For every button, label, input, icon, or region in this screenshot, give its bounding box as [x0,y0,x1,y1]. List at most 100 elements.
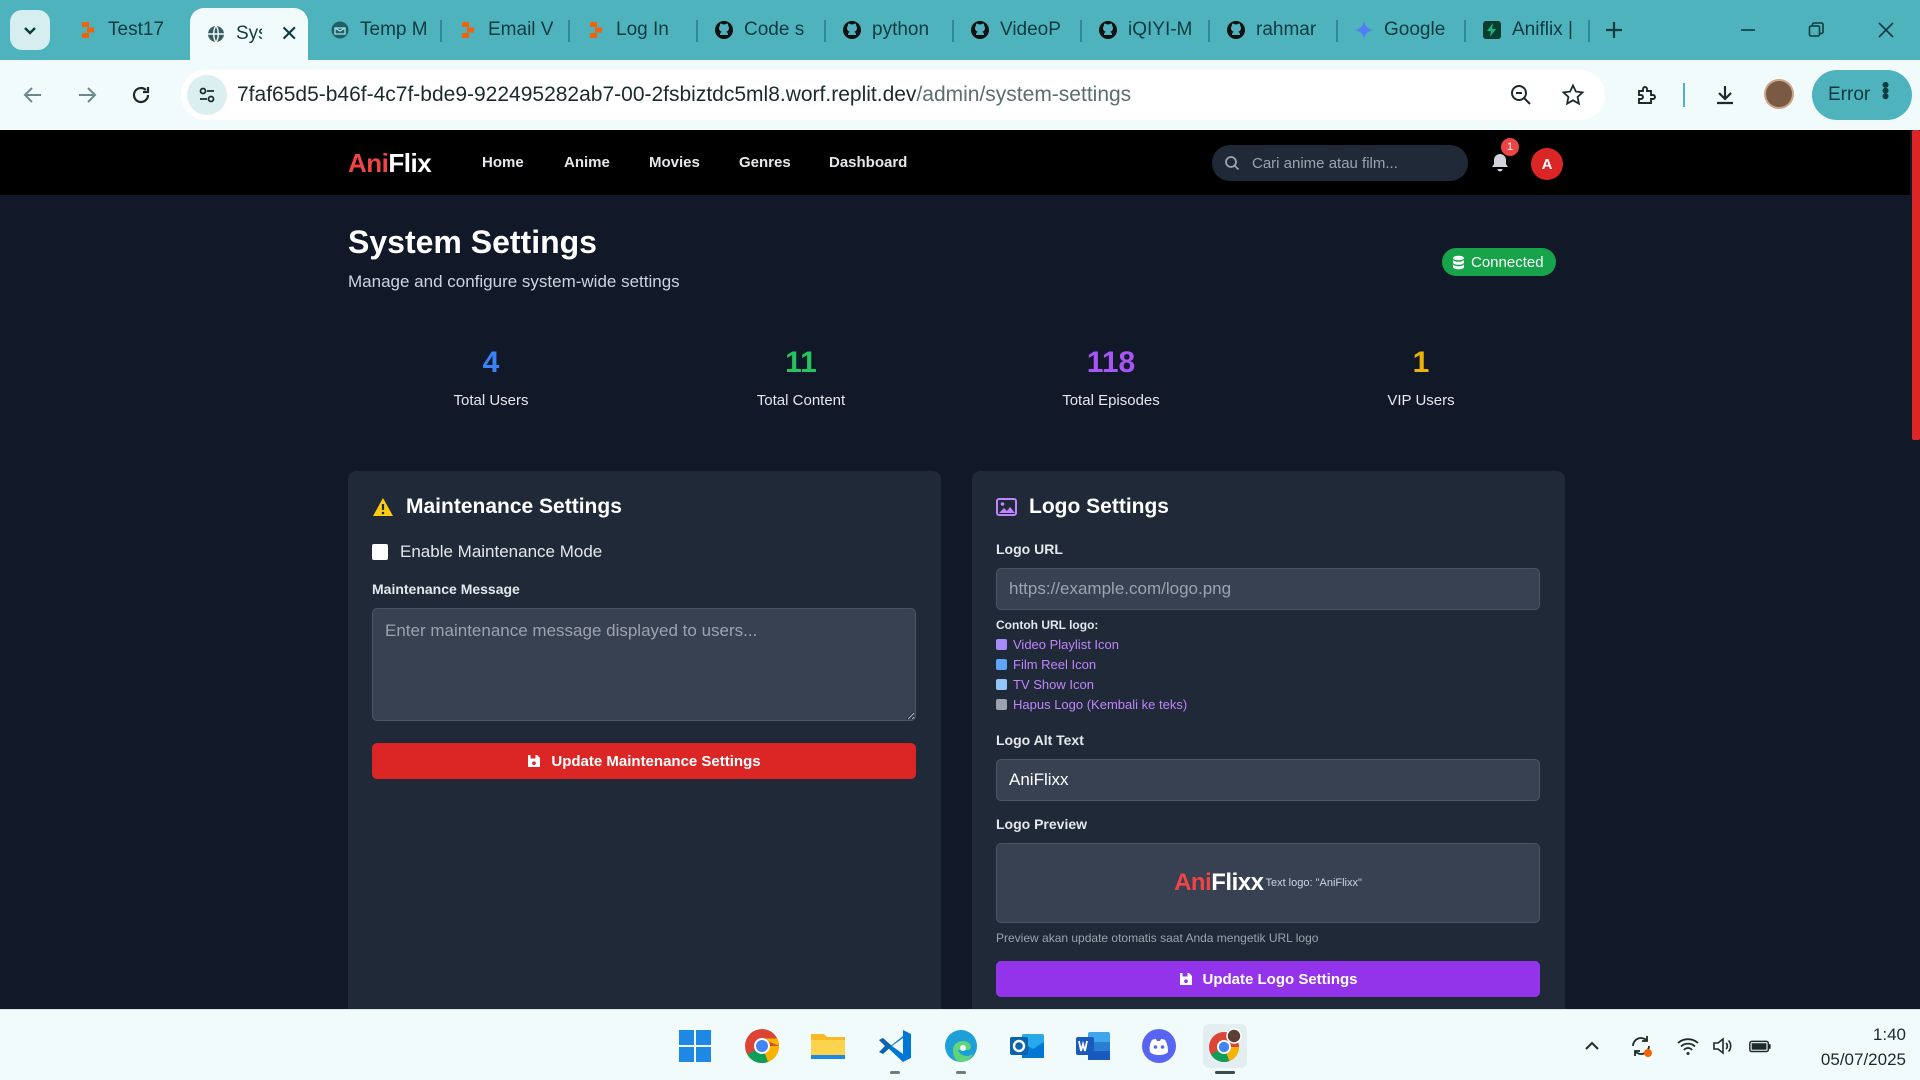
close-icon[interactable]: ✕ [280,21,298,47]
tray-wifi[interactable] [1676,1034,1700,1058]
restore-button[interactable] [1796,12,1836,48]
tab-label: Log In [616,19,669,40]
page-scrollbar[interactable] [1910,130,1920,1009]
minimize-button[interactable] [1728,12,1768,48]
logo-alt-input[interactable] [996,759,1540,801]
example-film-reel[interactable]: Film Reel Icon [996,657,1096,672]
zoom-icon[interactable] [1509,83,1533,107]
maintenance-mode-checkbox[interactable] [372,544,388,560]
url-domain: 7faf65d5-b46f-4c7f-bde9-922495282ab7-00-… [237,83,917,106]
tray-overflow-button[interactable] [1580,1034,1604,1058]
taskbar-outlook[interactable] [1005,1024,1049,1068]
checkbox-label: Enable Maintenance Mode [400,542,603,561]
logo-alt-label: Logo Alt Text [996,732,1084,748]
taskbar-chrome[interactable] [740,1024,784,1068]
database-icon [1453,255,1464,269]
reload-icon [132,86,150,104]
scroll-thumb[interactable] [1912,130,1920,440]
taskbar-discord[interactable] [1137,1024,1181,1068]
save-icon [1179,973,1192,985]
nav-movies[interactable]: Movies [649,154,700,171]
example-video-playlist[interactable]: Video Playlist Icon [996,637,1119,652]
taskbar-vscode[interactable] [873,1024,917,1074]
browser-tab-12[interactable]: Aniflix | [1466,8,1590,52]
address-bar[interactable]: 7faf65d5-b46f-4c7f-bde9-922495282ab7-00-… [181,70,1605,120]
search-input[interactable] [1252,154,1452,172]
sync-icon [1632,1036,1652,1057]
forward-button[interactable] [70,78,104,112]
new-tab-button[interactable] [1598,14,1630,46]
gemini-icon [1355,21,1373,39]
user-avatar[interactable]: A [1531,148,1563,180]
system-clock[interactable]: 1:40 05/07/2025 [1796,1022,1906,1072]
chrome-icon [745,1029,780,1064]
taskbar-chrome-profile[interactable] [1203,1024,1247,1074]
logo-url-label: Logo URL [996,541,1063,557]
browser-tab-9[interactable]: iQIYI-M [1082,8,1210,52]
nav-genres[interactable]: Genres [739,154,791,171]
browser-tab-6[interactable]: Code s [698,8,826,52]
tray-sync-button[interactable] [1629,1034,1653,1058]
page-viewport: AniFlix Home Anime Movies Genres Dashboa… [0,130,1920,1009]
maintenance-card: Maintenance Settings Enable Maintenance … [348,471,941,1009]
browser-tab-8[interactable]: VideoP [954,8,1082,52]
tray-battery[interactable] [1748,1034,1772,1058]
close-window-button[interactable] [1866,12,1906,48]
nav-anime[interactable]: Anime [564,154,610,171]
taskbar-edge[interactable] [939,1024,983,1074]
bookmark-star-icon[interactable] [1561,83,1585,107]
tab-label: Email V [488,19,554,40]
taskbar-word[interactable] [1071,1024,1115,1068]
logo-url-input[interactable] [996,568,1540,610]
profile-avatar[interactable] [1764,79,1794,109]
browser-tab-10[interactable]: rahmar [1210,8,1338,52]
image-icon [996,498,1017,516]
browser-tab-active[interactable]: Sys ✕ [190,8,308,60]
globe-icon [208,25,224,43]
browser-tab-3[interactable]: Temp M [314,8,442,52]
example-label: Video Playlist Icon [1013,637,1119,652]
windows-start-button[interactable] [673,1024,717,1068]
browser-tab-7[interactable]: python [826,8,954,52]
stat-label: Total Content [756,392,846,409]
downloads-button[interactable] [1708,78,1742,112]
update-logo-button[interactable]: Update Logo Settings [996,961,1540,997]
taskbar-file-explorer[interactable] [806,1024,850,1068]
file-explorer-icon [811,1034,845,1059]
warning-icon [373,498,393,516]
update-maintenance-button[interactable]: Update Maintenance Settings [372,743,916,779]
tab-label: rahmar [1256,19,1317,40]
maintenance-mode-toggle[interactable]: Enable Maintenance Mode [372,542,602,562]
maintenance-message-input[interactable] [372,608,916,721]
site-search[interactable] [1212,145,1468,181]
notification-badge: 1 [1501,138,1519,156]
browser-tab-11[interactable]: Google [1338,8,1466,52]
extensions-button[interactable] [1630,78,1664,112]
browser-tab-5[interactable]: Log In [570,8,698,52]
nav-dashboard[interactable]: Dashboard [829,154,907,171]
reload-button[interactable] [124,78,158,112]
error-menu-button[interactable]: Error ••• [1812,70,1912,120]
site-info-icon[interactable] [187,75,227,115]
example-tv-show[interactable]: TV Show Icon [996,677,1094,692]
stat-label: VIP Users [1387,392,1455,409]
windows-start-icon [679,1030,711,1062]
page-title: System Settings [348,224,597,260]
browser-tab-1[interactable]: Test17 [62,8,188,52]
maintenance-title: Maintenance Settings [372,495,622,519]
save-icon [528,755,541,767]
tab-search-button[interactable] [10,10,50,50]
back-button[interactable] [16,78,50,112]
outlook-icon [1010,1034,1044,1058]
volume-icon [1713,1037,1732,1055]
example-remove-logo[interactable]: Hapus Logo (Kembali ke teks) [996,697,1187,712]
browser-tab-4[interactable]: Email V [442,8,570,52]
address-url[interactable]: 7faf65d5-b46f-4c7f-bde9-922495282ab7-00-… [237,83,1131,107]
brand-logo[interactable]: AniFlix [348,148,432,179]
nav-home[interactable]: Home [482,154,524,171]
logo-preview: AniFlixx Text logo: "AniFlixx" [996,843,1540,923]
aniflix-icon [1483,21,1501,39]
tray-volume[interactable] [1711,1034,1735,1058]
windows-taskbar: 1:40 05/07/2025 [0,1009,1920,1080]
stat-total-content: 11 Total Content [646,346,956,409]
